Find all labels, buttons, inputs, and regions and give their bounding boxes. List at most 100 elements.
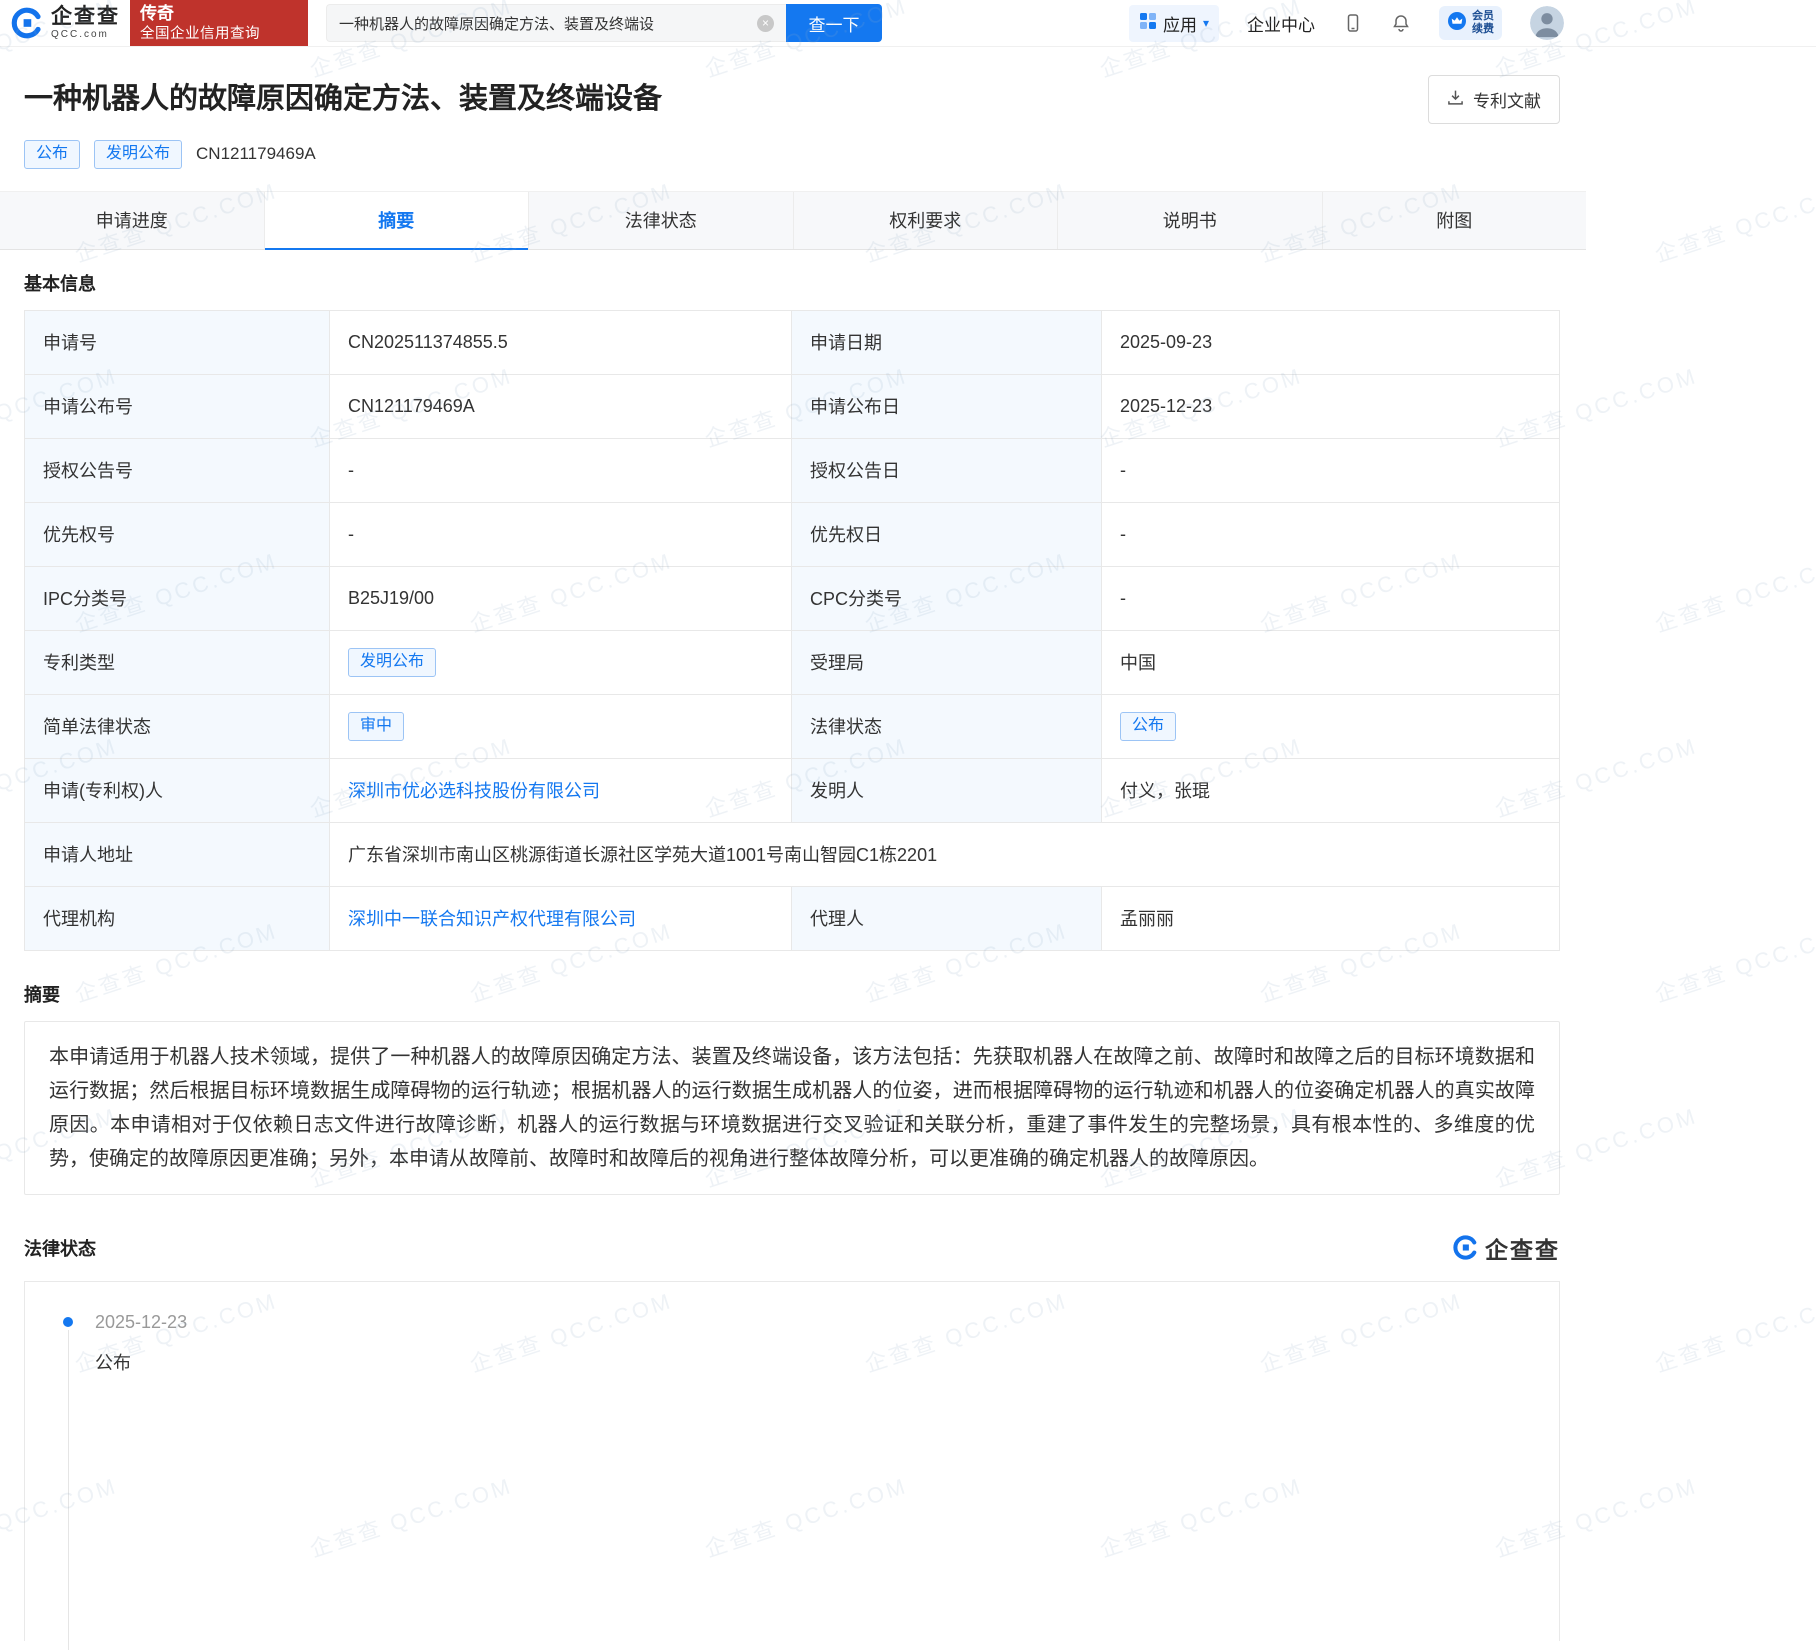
page-title: 一种机器人的故障原因确定方法、装置及终端设备 (24, 83, 663, 115)
header-right-group: 应用 ▾ 企业中心 会员 续费 (1128, 4, 1816, 42)
info-label: IPC分类号 (24, 565, 330, 631)
legal-status-badge: 公布 (1120, 711, 1177, 741)
timeline-date: 2025-12-23 (95, 1311, 188, 1332)
info-label: 授权公告号 (24, 437, 330, 503)
qcc-brand-mark: 企查查 (1452, 1231, 1560, 1265)
search-input-value: 一种机器人的故障原因确定方法、装置及终端设 (339, 15, 655, 33)
legal-status-section: 法律状态 企查查 2025-12-23 公布 (24, 1231, 1816, 1650)
qcc-brand-icon (1452, 1234, 1479, 1261)
table-row: 代理机构 深圳中一联合知识产权代理有限公司 代理人 孟丽丽 (24, 885, 1560, 951)
info-label: CPC分类号 (791, 565, 1102, 631)
top-header: 企查查 QCC.com 传奇 全国企业信用查询 一种机器人的故障原因确定方法、装… (0, 0, 1816, 47)
agency-link[interactable]: 深圳中一联合知识产权代理有限公司 (348, 909, 636, 929)
legal-status-timeline: 2025-12-23 公布 (24, 1280, 1560, 1650)
table-row: 申请(专利权)人 深圳市优必选科技股份有限公司 发明人 付义，张琨 (24, 757, 1560, 823)
basic-info-heading: 基本信息 (24, 273, 96, 294)
tab-application-progress[interactable]: 申请进度 (0, 191, 265, 249)
info-value: 广东省深圳市南山区桃源街道长源社区学苑大道1001号南山智园C1栋2201 (329, 821, 1560, 887)
tab-legal-status[interactable]: 法律状态 (529, 191, 794, 249)
mobile-app-icon[interactable] (1343, 13, 1363, 33)
table-row: 专利类型 发明公布 受理局 中国 (24, 629, 1560, 695)
logo-domain: QCC.com (51, 29, 109, 40)
abstract-text: 本申请适用于机器人技术领域，提供了一种机器人的故障原因确定方法、装置及终端设备，… (24, 1020, 1560, 1195)
info-label: 法律状态 (791, 693, 1102, 759)
promo-line2: 全国企业信用查询 (140, 25, 260, 42)
tab-description[interactable]: 说明书 (1058, 191, 1323, 249)
info-value: B25J19/00 (329, 565, 792, 631)
info-value: 发明公布 (329, 629, 792, 695)
qcc-brand-text: 企查查 (1485, 1236, 1560, 1263)
info-value: 付义，张琨 (1101, 757, 1560, 823)
applicant-link[interactable]: 深圳市优必选科技股份有限公司 (348, 781, 600, 801)
tab-figures[interactable]: 附图 (1322, 191, 1586, 249)
chevron-down-icon: ▾ (1202, 16, 1209, 30)
info-value: 孟丽丽 (1101, 885, 1560, 951)
nav-enterprise-center[interactable]: 企业中心 (1247, 11, 1315, 36)
detail-tabs: 申请进度 摘要 法律状态 权利要求 说明书 附图 (0, 190, 1586, 250)
user-avatar[interactable] (1530, 6, 1564, 40)
info-value: 审中 (329, 693, 792, 759)
info-value: - (329, 501, 792, 567)
info-label: 代理人 (791, 885, 1102, 951)
table-row: 简单法律状态 审中 法律状态 公布 (24, 693, 1560, 759)
info-value: - (1101, 501, 1560, 567)
search-bar: 一种机器人的故障原因确定方法、装置及终端设 × 查一下 (326, 4, 882, 42)
legal-status-heading: 法律状态 (24, 1238, 96, 1259)
qcc-logo[interactable]: 企查查 QCC.com (0, 6, 120, 40)
info-value: 公布 (1101, 693, 1560, 759)
promo-banner[interactable]: 传奇 全国企业信用查询 (130, 0, 308, 46)
download-icon (1447, 89, 1464, 111)
nav-apps[interactable]: 应用 ▾ (1128, 4, 1219, 42)
info-label: 优先权日 (791, 501, 1102, 567)
info-value: 深圳市优必选科技股份有限公司 (329, 757, 792, 823)
info-label: 申请号 (24, 309, 330, 375)
info-label: 专利类型 (24, 629, 330, 695)
member-renew-badge[interactable]: 会员 续费 (1439, 5, 1502, 41)
info-label: 申请人地址 (24, 821, 330, 887)
bell-icon[interactable] (1391, 13, 1411, 33)
timeline-dot-icon (63, 1316, 73, 1327)
table-row: IPC分类号 B25J19/00 CPC分类号 - (24, 565, 1560, 631)
abstract-section: 摘要 本申请适用于机器人技术领域，提供了一种机器人的故障原因确定方法、装置及终端… (24, 981, 1816, 1195)
timeline-status: 公布 (95, 1352, 131, 1373)
info-value: - (329, 437, 792, 503)
info-label: 申请(专利权)人 (24, 757, 330, 823)
logo-name: 企查查 (51, 5, 120, 28)
info-label: 申请日期 (791, 309, 1102, 375)
qcc-logo-icon (10, 6, 44, 40)
table-row: 申请号 CN202511374855.5 申请日期 2025-09-23 (24, 309, 1560, 375)
nav-apps-label: 应用 (1162, 15, 1197, 35)
table-row: 申请人地址 广东省深圳市南山区桃源街道长源社区学苑大道1001号南山智园C1栋2… (24, 821, 1560, 887)
table-row: 授权公告号 - 授权公告日 - (24, 437, 1560, 503)
info-label: 发明人 (791, 757, 1102, 823)
member-label-line1: 会员 (1472, 9, 1494, 22)
status-badge-publish: 公布 (24, 140, 81, 169)
search-button[interactable]: 查一下 (786, 4, 882, 42)
info-value: - (1101, 437, 1560, 503)
abstract-heading: 摘要 (24, 984, 60, 1005)
info-label: 授权公告日 (791, 437, 1102, 503)
table-row: 优先权号 - 优先权日 - (24, 501, 1560, 567)
publication-number: CN121179469A (196, 144, 316, 164)
tab-claims[interactable]: 权利要求 (793, 191, 1058, 249)
info-value: CN202511374855.5 (329, 309, 792, 375)
info-label: 代理机构 (24, 885, 330, 951)
tab-abstract[interactable]: 摘要 (264, 191, 529, 250)
info-label: 受理局 (791, 629, 1102, 695)
simple-legal-status-badge: 审中 (348, 711, 405, 741)
patent-type-badge: 发明公布 (348, 647, 437, 677)
patent-document-button[interactable]: 专利文献 (1428, 75, 1560, 124)
info-label: 申请公布号 (24, 373, 330, 439)
info-value: 2025-09-23 (1101, 309, 1560, 375)
main-content: 一种机器人的故障原因确定方法、装置及终端设备 专利文献 公布 发明公布 CN12… (0, 47, 1816, 1650)
basic-info-table: 申请号 CN202511374855.5 申请日期 2025-09-23 申请公… (24, 309, 1560, 951)
timeline-item: 2025-12-23 公布 (63, 1311, 1559, 1650)
search-input[interactable]: 一种机器人的故障原因确定方法、装置及终端设 × (326, 4, 786, 42)
promo-line1: 传奇 (140, 4, 174, 24)
info-value: 深圳中一联合知识产权代理有限公司 (329, 885, 792, 951)
info-value: 中国 (1101, 629, 1560, 695)
info-value: CN121179469A (329, 373, 792, 439)
clear-search-icon[interactable]: × (757, 14, 774, 32)
vip-crown-icon (1447, 11, 1467, 36)
basic-info-section: 基本信息 申请号 CN202511374855.5 申请日期 2025-09-2… (24, 270, 1816, 951)
